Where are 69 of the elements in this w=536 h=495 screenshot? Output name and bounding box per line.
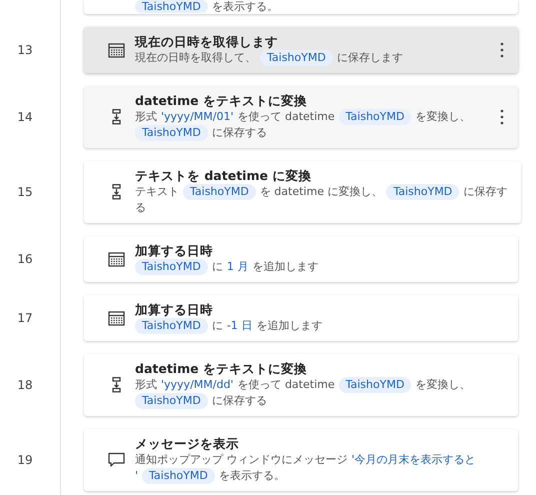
- description-text: を変換し、: [415, 377, 470, 393]
- action-title: datetime をテキストに変換: [135, 93, 308, 109]
- description-text: を変換し、: [415, 109, 470, 125]
- line-number: 13: [17, 43, 33, 57]
- value-text: ': [135, 468, 138, 484]
- description-text: に保存する: [212, 393, 267, 409]
- description-text: を datetime に変換し、: [260, 184, 382, 200]
- description-text: る: [135, 200, 146, 216]
- description-text: に保存す: [463, 184, 508, 200]
- description-text: テキスト: [135, 184, 179, 200]
- description-text: を使って datetime: [237, 377, 335, 393]
- action-title: メッセージを表示: [135, 436, 240, 452]
- value-text: '今月の月末を表示すると: [352, 452, 476, 468]
- convert-icon: [112, 184, 120, 200]
- action-card[interactable]: 加算する日時 TaishoYMD に -1 日 を追加します: [84, 295, 518, 341]
- variable-tag: TaishoYMD: [183, 184, 256, 200]
- description-text: 形式: [135, 377, 157, 393]
- message-icon: [108, 452, 124, 468]
- description-text: を追加します: [256, 318, 322, 334]
- description-text: 形式: [135, 109, 157, 125]
- variable-tag: TaishoYMD: [386, 184, 460, 200]
- variable-tag: TaishoYMD: [338, 109, 412, 125]
- line-number: 18: [17, 378, 33, 392]
- description-text: 現在の日時を取得して、: [135, 50, 256, 66]
- action-card[interactable]: datetime をテキストに変換 形式 'yyyy/MM/01' を使って datetime TaishoYMD を変換し、 TaishoYMD に保存する: [84, 86, 518, 148]
- action-title: 加算する日時: [135, 302, 214, 318]
- value-text: -1 日: [226, 318, 252, 334]
- line-number: 14: [17, 110, 33, 124]
- calendar-icon: [108, 310, 124, 326]
- variable-tag: TaishoYMD: [135, 0, 208, 13]
- description-text: 通知ポップアップ ウィンドウにメッセージ: [135, 452, 348, 468]
- variable-tag: TaishoYMD: [338, 377, 412, 393]
- action-title: datetime をテキストに変換: [135, 361, 308, 377]
- calendar-icon: [108, 42, 124, 58]
- variable-tag: TaishoYMD: [135, 393, 208, 409]
- variable-tag: TaishoYMD: [142, 468, 215, 484]
- action-card[interactable]: メッセージを表示 通知ポップアップ ウィンドウにメッセージ '今月の月末を表示すると ' TaishoYMD を表示する。: [84, 429, 518, 491]
- description-text: を表示する。: [212, 0, 278, 13]
- calendar-icon: [108, 251, 124, 267]
- more-icon[interactable]: [500, 42, 504, 58]
- action-title: 現在の日時を取得します: [135, 34, 279, 50]
- variable-tag: TaishoYMD: [135, 259, 208, 275]
- description-text: を表示する。: [218, 468, 285, 484]
- value-text: 1 月: [226, 259, 248, 275]
- line-number: 15: [17, 185, 33, 199]
- variable-tag: TaishoYMD: [135, 318, 208, 334]
- value-text: 'yyyy/MM/01': [161, 109, 234, 125]
- action-card[interactable]: datetime をテキストに変換 形式 'yyyy/MM/dd' を使って datetime TaishoYMD を変換し、 TaishoYMD に保存する: [84, 354, 518, 416]
- action-card[interactable]: 現在の日時を取得します 現在の日時を取得して、 TaishoYMD に保存します: [84, 27, 518, 73]
- line-number: 17: [17, 311, 33, 325]
- description-text: に: [212, 318, 223, 334]
- action-title: テキストを datetime に変換: [135, 168, 312, 184]
- line-number: 19: [17, 453, 33, 467]
- description-text: に: [212, 259, 223, 275]
- description-text: を追加します: [252, 259, 318, 275]
- action-card[interactable]: テキストを datetime に変換 テキスト TaishoYMD を datetime に変換し、 TaishoYMD に保存す る: [84, 161, 522, 223]
- convert-icon: [112, 377, 120, 393]
- action-card[interactable]: TaishoYMD を表示する。: [84, 0, 518, 14]
- more-icon[interactable]: [500, 109, 504, 125]
- variable-tag: TaishoYMD: [135, 125, 208, 141]
- action-title: 加算する日時: [135, 243, 214, 259]
- convert-icon: [112, 109, 120, 125]
- value-text: 'yyyy/MM/dd': [161, 377, 234, 393]
- description-text: に保存する: [212, 125, 267, 141]
- description-text: を使って datetime: [237, 109, 335, 125]
- line-number: 16: [17, 252, 33, 266]
- action-card[interactable]: 加算する日時 TaishoYMD に 1 月 を追加します: [84, 236, 518, 282]
- variable-tag: TaishoYMD: [260, 50, 333, 66]
- description-text: に保存します: [336, 50, 403, 66]
